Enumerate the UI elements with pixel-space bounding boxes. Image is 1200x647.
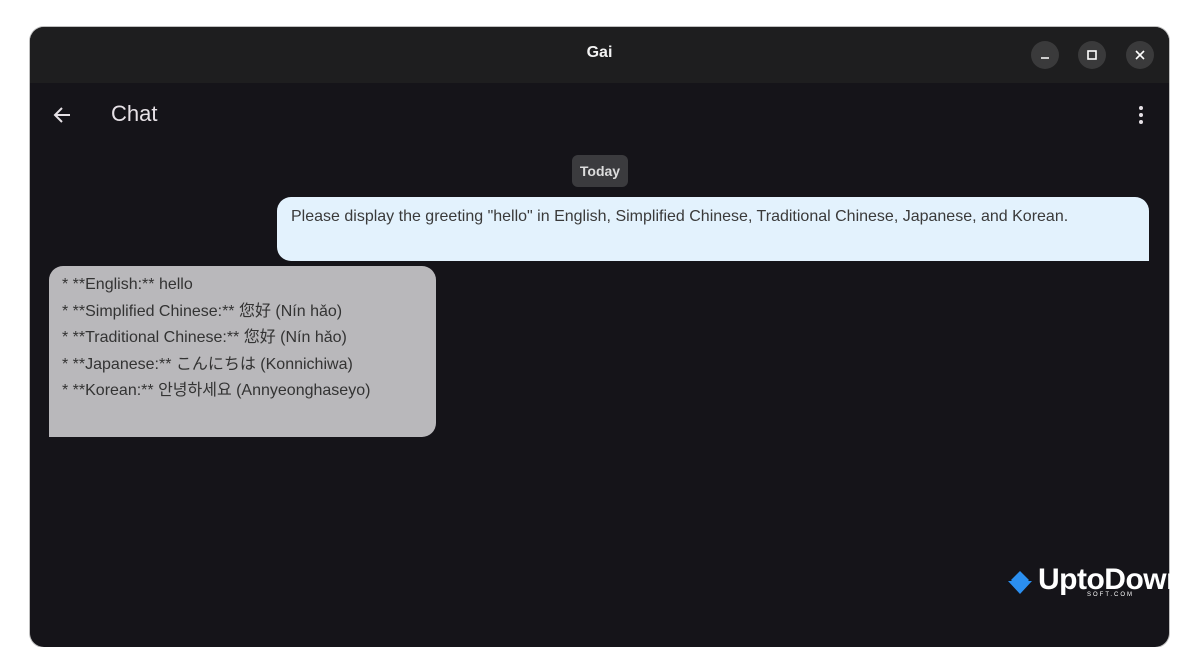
close-button[interactable] xyxy=(1126,41,1154,69)
assistant-message-line: * **English:** hello xyxy=(62,276,193,293)
uptodown-logo-icon xyxy=(1008,571,1032,594)
assistant-message-line: * **Japanese:** こんにちは (Konnichiwa) xyxy=(62,355,353,373)
window-title: Gai xyxy=(586,44,613,61)
page-title: Chat xyxy=(111,101,158,126)
watermark-subtext: SOFT.COM xyxy=(1087,592,1134,598)
user-message-bubble: Please display the greeting "hello" in E… xyxy=(277,197,1149,261)
title-bar: Gai xyxy=(30,27,1169,83)
date-separator: Today xyxy=(572,155,628,187)
close-icon xyxy=(1135,50,1145,60)
maximize-icon xyxy=(1087,50,1097,60)
arrow-back-icon[interactable] xyxy=(52,105,72,125)
minimize-icon xyxy=(1041,57,1049,59)
user-message-text: Please display the greeting "hello" in E… xyxy=(291,208,1069,225)
assistant-message-line: * **Simplified Chinese:** 您好 (Nín hǎo) xyxy=(62,302,343,320)
maximize-button[interactable] xyxy=(1078,41,1106,69)
assistant-message-bubble: * **English:** hello * **Simplified Chin… xyxy=(49,266,436,437)
assistant-message-line: * **Korean:** 안녕하세요 (Annyeonghaseyo) xyxy=(62,382,371,399)
app-bar: Chat xyxy=(30,83,1169,147)
uptodown-watermark: UptoDown SOFT.COM xyxy=(1005,565,1200,601)
assistant-message-line: * **Traditional Chinese:** 您好 (Nín hǎo) xyxy=(62,329,347,346)
app-window: Gai Chat Today Please display the greeti… xyxy=(30,27,1169,647)
minimize-button[interactable] xyxy=(1031,41,1059,69)
more-vert-icon[interactable] xyxy=(1135,105,1147,125)
